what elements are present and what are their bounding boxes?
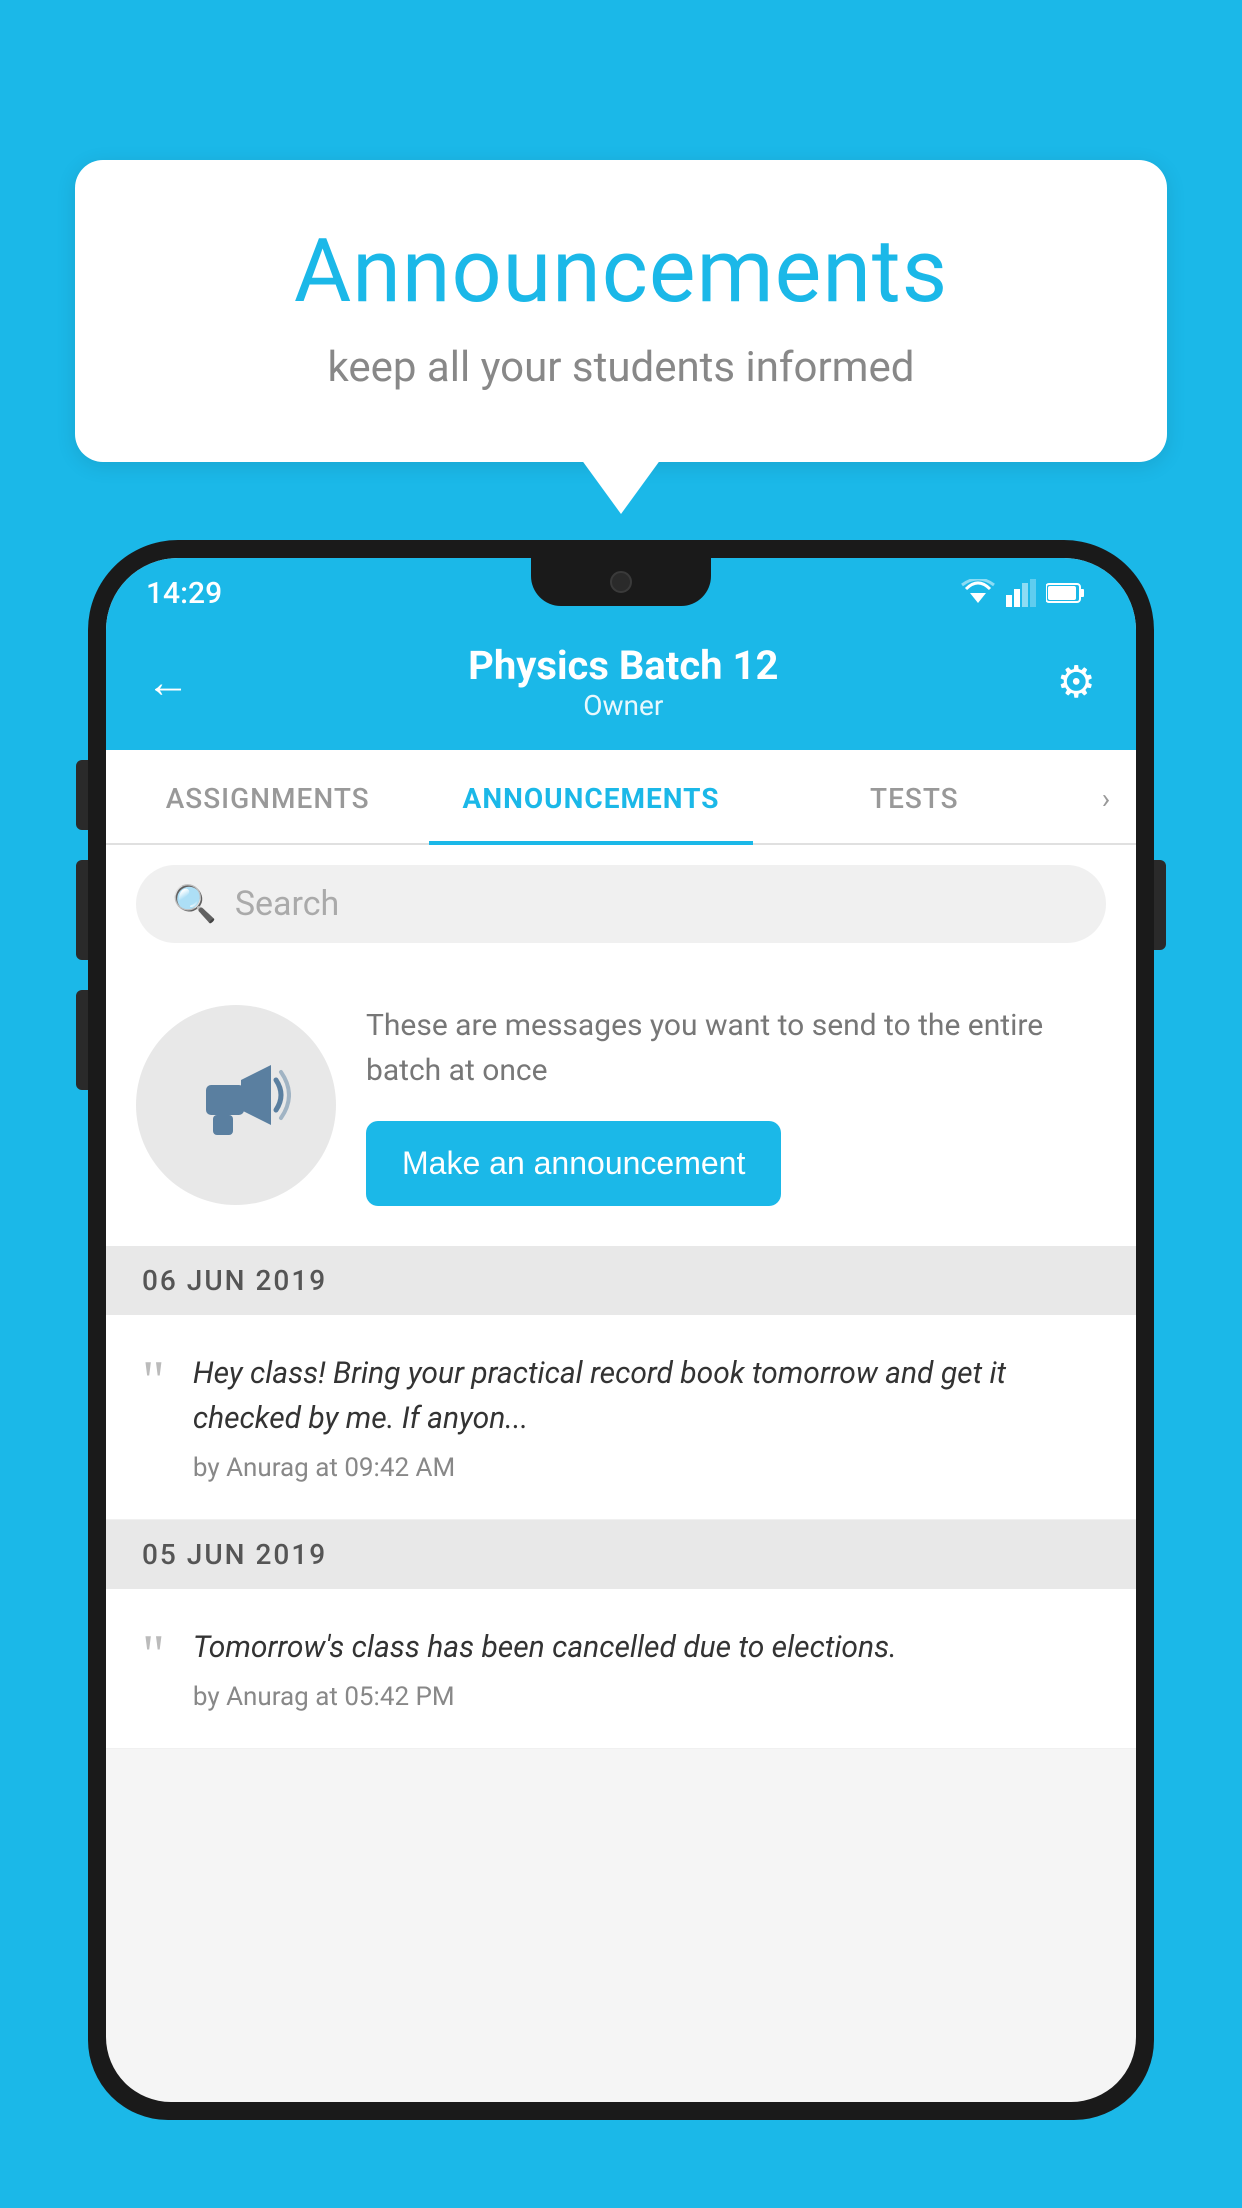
announcement-body-2: Tomorrow's class has been cancelled due … bbox=[193, 1625, 1100, 1712]
tab-announcements[interactable]: ANNOUNCEMENTS bbox=[429, 750, 752, 843]
promo-content: These are messages you want to send to t… bbox=[366, 1003, 1106, 1206]
settings-button[interactable]: ⚙ bbox=[1057, 656, 1096, 708]
battery-icon bbox=[1046, 581, 1086, 605]
tab-assignments[interactable]: ASSIGNMENTS bbox=[106, 750, 429, 843]
quote-icon-1: " bbox=[142, 1359, 165, 1404]
announcement-body-1: Hey class! Bring your practical record b… bbox=[193, 1351, 1100, 1483]
app-header: ← Physics Batch 12 Owner ⚙ bbox=[106, 620, 1136, 750]
volume-up-button bbox=[76, 860, 88, 960]
search-icon: 🔍 bbox=[172, 883, 217, 925]
status-time: 14:29 bbox=[146, 576, 222, 611]
search-bar[interactable]: 🔍 Search bbox=[136, 865, 1106, 943]
phone-notch bbox=[531, 558, 711, 606]
promo-description: These are messages you want to send to t… bbox=[366, 1003, 1106, 1093]
announcement-item-1[interactable]: " Hey class! Bring your practical record… bbox=[106, 1315, 1136, 1520]
back-button[interactable]: ← bbox=[146, 656, 190, 708]
announcement-meta-2: by Anurag at 05:42 PM bbox=[193, 1682, 1100, 1712]
phone-screen: 14:29 bbox=[106, 558, 1136, 2102]
front-camera bbox=[610, 571, 632, 593]
phone-outer-shell: 14:29 bbox=[88, 540, 1154, 2120]
search-container: 🔍 Search bbox=[106, 845, 1136, 963]
volume-down-button bbox=[76, 990, 88, 1090]
silent-button bbox=[76, 760, 88, 830]
tab-tests[interactable]: TESTS bbox=[753, 750, 1076, 843]
search-input[interactable]: Search bbox=[235, 884, 339, 924]
promo-icon-circle bbox=[136, 1005, 336, 1205]
bubble-title: Announcements bbox=[155, 220, 1087, 323]
status-icons bbox=[960, 579, 1086, 607]
header-center: Physics Batch 12 Owner bbox=[468, 642, 778, 722]
signal-icon bbox=[1006, 579, 1036, 607]
batch-role: Owner bbox=[468, 689, 778, 722]
speech-bubble-section: Announcements keep all your students inf… bbox=[75, 160, 1167, 462]
announcement-item-2[interactable]: " Tomorrow's class has been cancelled du… bbox=[106, 1589, 1136, 1749]
speech-bubble: Announcements keep all your students inf… bbox=[75, 160, 1167, 462]
tabs-bar: ASSIGNMENTS ANNOUNCEMENTS TESTS › bbox=[106, 750, 1136, 845]
announcement-text-1: Hey class! Bring your practical record b… bbox=[193, 1351, 1100, 1441]
make-announcement-button[interactable]: Make an announcement bbox=[366, 1121, 781, 1206]
wifi-icon bbox=[960, 579, 996, 607]
promo-block: These are messages you want to send to t… bbox=[106, 963, 1136, 1246]
date-separator-1: 06 JUN 2019 bbox=[106, 1246, 1136, 1315]
bubble-subtitle: keep all your students informed bbox=[155, 343, 1087, 392]
date-separator-2: 05 JUN 2019 bbox=[106, 1520, 1136, 1589]
tab-more[interactable]: › bbox=[1076, 750, 1136, 843]
announcement-text-2: Tomorrow's class has been cancelled due … bbox=[193, 1625, 1100, 1670]
power-button bbox=[1154, 860, 1166, 950]
announcement-meta-1: by Anurag at 09:42 AM bbox=[193, 1453, 1100, 1483]
phone-mockup: 14:29 bbox=[88, 540, 1154, 2208]
megaphone-icon bbox=[181, 1050, 291, 1160]
quote-icon-2: " bbox=[142, 1633, 165, 1678]
batch-title: Physics Batch 12 bbox=[468, 642, 778, 689]
